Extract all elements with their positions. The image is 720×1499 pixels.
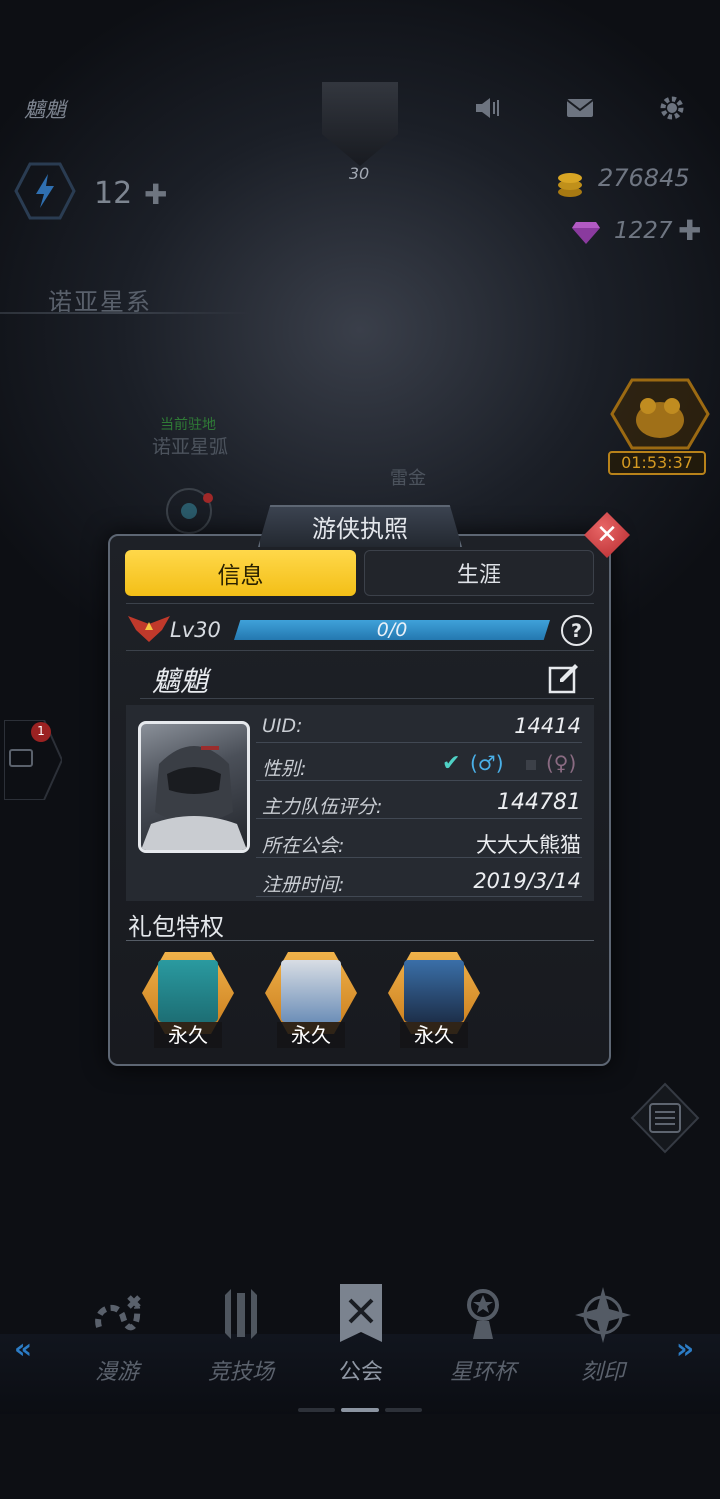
divider bbox=[126, 650, 594, 651]
event-timer: 01:53:37 bbox=[608, 451, 706, 475]
chat-badge: 1 bbox=[37, 724, 45, 738]
nav-guild[interactable]: 公会 bbox=[306, 1280, 416, 1386]
divider bbox=[256, 857, 582, 858]
perk-gate-icon bbox=[404, 960, 464, 1022]
dialog-title: 游侠执照 bbox=[312, 515, 408, 543]
nav-left-arrow-icon[interactable]: « bbox=[14, 1332, 32, 1365]
team-score-label: 主力队伍评分: bbox=[262, 796, 383, 818]
nav-label: 漫游 bbox=[94, 1360, 139, 1385]
nav-engrave[interactable]: 刻印 bbox=[548, 1280, 658, 1386]
divider bbox=[126, 940, 594, 941]
gem-icon bbox=[572, 220, 600, 244]
gender-male-option[interactable]: (♂) bbox=[470, 751, 504, 775]
arena-icon bbox=[186, 1280, 296, 1350]
avatar[interactable] bbox=[138, 721, 250, 853]
uid-value: 14414 bbox=[514, 714, 581, 738]
nickname: 魑魈 bbox=[152, 665, 209, 698]
divider bbox=[126, 603, 594, 604]
perk-tag: 永久 bbox=[400, 1022, 468, 1048]
rank-emblem-icon bbox=[126, 612, 172, 644]
tab-career[interactable]: 生涯 bbox=[364, 550, 594, 596]
page-indicator bbox=[298, 1408, 422, 1412]
gender-label: 性别: bbox=[262, 758, 307, 780]
nav-star-cup[interactable]: 星环杯 bbox=[428, 1280, 538, 1386]
guild-label: 所在公会: bbox=[262, 835, 345, 857]
guild-banner-icon bbox=[306, 1280, 416, 1350]
checkbox-female[interactable] bbox=[526, 760, 536, 770]
register-date-value: 2019/3/14 bbox=[473, 869, 581, 893]
compass-star-icon bbox=[548, 1280, 658, 1350]
settings-gear-icon[interactable] bbox=[654, 90, 690, 126]
divider bbox=[256, 818, 582, 819]
energy-icon[interactable] bbox=[14, 162, 76, 220]
perk-tag: 永久 bbox=[277, 1022, 345, 1048]
register-date-label: 注册时间: bbox=[262, 874, 345, 896]
nav-arena[interactable]: 竞技场 bbox=[186, 1280, 296, 1386]
station-name[interactable]: 诺亚星弧 bbox=[152, 432, 228, 459]
mail-icon[interactable] bbox=[562, 90, 598, 126]
divider bbox=[140, 698, 594, 699]
divider bbox=[256, 896, 582, 897]
task-list-icon[interactable] bbox=[630, 1082, 700, 1154]
player-name[interactable]: 魑魈 bbox=[24, 94, 66, 124]
guild-value[interactable]: 大大大熊猫 bbox=[476, 829, 581, 859]
nav-label: 竞技场 bbox=[207, 1360, 274, 1385]
team-score-value: 144781 bbox=[497, 790, 581, 815]
planet-name[interactable]: 雷金 bbox=[390, 464, 426, 490]
perk-card-icon bbox=[158, 960, 218, 1022]
gender-female-option[interactable]: (♀) bbox=[546, 751, 576, 775]
perk-item[interactable]: 永久 bbox=[138, 950, 238, 1050]
nav-right-arrow-icon[interactable]: » bbox=[676, 1332, 694, 1365]
check-icon: ✔ bbox=[442, 751, 461, 776]
perk-item[interactable]: 永久 bbox=[261, 950, 361, 1050]
nav-label: 刻印 bbox=[580, 1360, 625, 1385]
help-button[interactable]: ? bbox=[561, 615, 592, 646]
roam-icon bbox=[62, 1280, 172, 1350]
station-label: 当前驻地 bbox=[160, 417, 216, 433]
player-level: 30 bbox=[348, 164, 370, 183]
divider bbox=[0, 312, 250, 314]
chat-button[interactable] bbox=[3, 719, 64, 801]
add-gems-icon[interactable]: ✚ bbox=[678, 214, 701, 247]
nav-label: 公会 bbox=[338, 1360, 383, 1385]
close-icon: ✕ bbox=[596, 520, 618, 550]
add-energy-icon[interactable]: ✚ bbox=[144, 178, 167, 211]
trophy-icon bbox=[428, 1280, 538, 1350]
level-text: Lv30 bbox=[170, 618, 221, 642]
tab-info[interactable]: 信息 bbox=[125, 550, 356, 596]
perk-backpack-icon bbox=[281, 960, 341, 1022]
perk-item[interactable]: 永久 bbox=[384, 950, 484, 1050]
nav-label: 星环杯 bbox=[449, 1360, 516, 1385]
divider bbox=[256, 742, 582, 743]
nav-roam[interactable]: 漫游 bbox=[62, 1280, 172, 1386]
divider bbox=[256, 780, 582, 781]
perk-tag: 永久 bbox=[154, 1022, 222, 1048]
gem-count: 1227 bbox=[614, 218, 673, 244]
edit-name-icon[interactable] bbox=[548, 662, 580, 694]
station-node-icon[interactable] bbox=[164, 486, 233, 536]
perk-section-title: 礼包特权 bbox=[128, 913, 224, 941]
energy-count: 12 bbox=[94, 176, 133, 211]
sound-icon[interactable] bbox=[470, 90, 506, 126]
gold-count: 276845 bbox=[598, 164, 690, 192]
gold-coin-icon bbox=[556, 168, 584, 198]
uid-label: UID: bbox=[262, 715, 303, 737]
xp-text: 0/0 bbox=[376, 619, 408, 641]
